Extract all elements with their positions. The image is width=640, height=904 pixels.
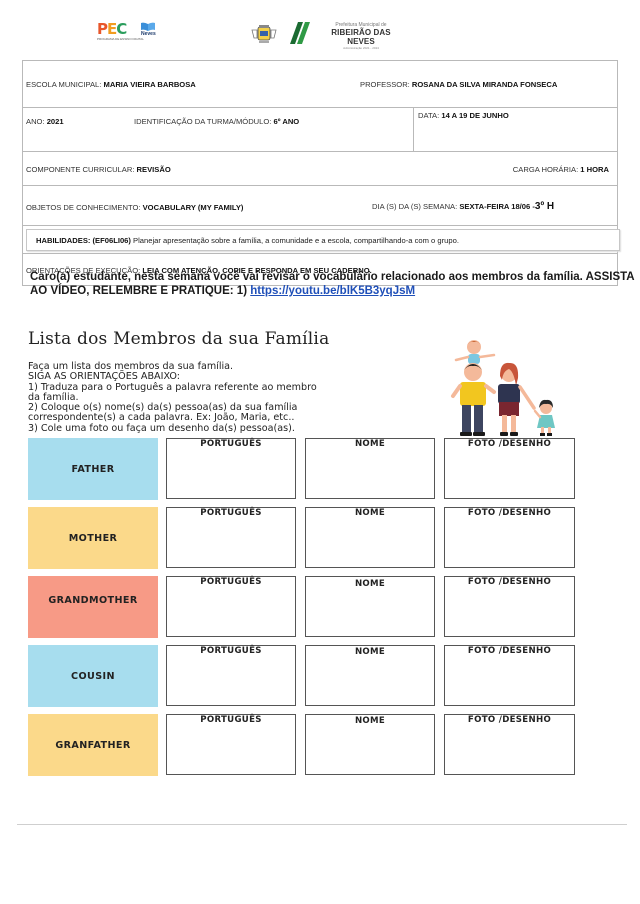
family-word-father: FATHER xyxy=(28,438,158,500)
date-field: DATA: 14 A 19 DE JUNHO xyxy=(418,111,509,120)
school-value: MARIA VIEIRA BARBOSA xyxy=(103,80,196,89)
school-field: ESCOLA MUNICIPAL: MARIA VIEIRA BARBOSA xyxy=(26,80,196,89)
instruction-line: 3) Cole uma foto ou faça um desenho da(s… xyxy=(28,422,295,434)
portuguese-answer-box[interactable]: PORTUGUÊS xyxy=(166,714,296,775)
name-answer-box[interactable]: NOME xyxy=(305,438,435,499)
photo-drawing-box[interactable]: FOTO /DESENHO xyxy=(444,645,575,706)
intro-paragraph: Caro(a) estudante, nesta semana você vai… xyxy=(30,270,635,298)
weekday-value: SEXTA-FEIRA 18/06 - xyxy=(459,202,535,211)
green-slash-icon xyxy=(290,22,310,44)
family-word-grandfather: GRANFATHER xyxy=(28,714,158,776)
workload-value: 1 HORA xyxy=(580,165,609,174)
worksheet-instructions: Faça um lista dos membros da sua família… xyxy=(28,361,418,434)
cell-divider xyxy=(413,108,414,151)
name-answer-box[interactable]: NOME xyxy=(305,576,435,637)
subject-workload-row: COMPONENTE CURRICULAR: REVISÃO CARGA HOR… xyxy=(23,152,617,186)
video-link[interactable]: https://youtu.be/blK5B3yqJsM xyxy=(250,285,415,297)
pec-logo-neves: Neves xyxy=(141,31,156,37)
teacher-value: ROSANA DA SILVA MIRANDA FONSECA xyxy=(411,80,558,89)
photo-drawing-box[interactable]: FOTO /DESENHO xyxy=(444,576,575,637)
skills-row: HABILIDADES: (EF06LI06) Planejar apresen… xyxy=(23,226,620,254)
lesson-info-table: ESCOLA MUNICIPAL: MARIA VIEIRA BARBOSA P… xyxy=(22,60,620,286)
administration-label: Administração 2021 - 2024 xyxy=(343,46,379,50)
family-word-grandmother: GRANDMOTHER xyxy=(28,576,158,638)
portuguese-answer-box[interactable]: PORTUGUÊS xyxy=(166,645,296,706)
knowledge-weekday-row: OBJETOS DE CONHECIMENTO: VOCABULARY (MY … xyxy=(23,186,617,226)
skills-field: HABILIDADES: (EF06LI06) Planejar apresen… xyxy=(36,236,459,245)
portuguese-answer-box[interactable]: PORTUGUÊS xyxy=(166,576,296,637)
intro-line-1: Caro(a) estudante, nesta semana você vai… xyxy=(30,271,635,283)
year-class-date-row: ANO: 2021 IDENTIFICAÇÃO DA TURMA/MÓDULO:… xyxy=(23,108,617,152)
date-value: 14 A 19 DE JUNHO xyxy=(441,111,509,120)
weekday-field: DIA (S) DA (S) SEMANA: SEXTA-FEIRA 18/06… xyxy=(372,201,555,212)
class-value: 6º ANO xyxy=(273,117,300,126)
skills-text: Planejar apresentação sobre a família, a… xyxy=(130,236,459,245)
skills-code: HABILIDADES: (EF06LI06) xyxy=(36,236,131,245)
subject-field: COMPONENTE CURRICULAR: REVISÃO xyxy=(26,165,171,174)
portuguese-answer-box[interactable]: PORTUGUÊS xyxy=(166,507,296,568)
school-teacher-row: ESCOLA MUNICIPAL: MARIA VIEIRA BARBOSA P… xyxy=(23,61,617,108)
family-illustration xyxy=(451,340,555,436)
photo-drawing-box[interactable]: FOTO /DESENHO xyxy=(444,507,575,568)
year-field: ANO: 2021 xyxy=(26,117,64,126)
book-icon xyxy=(141,22,155,31)
pec-neves-logo: PEC PROGRAMA DE ENSINO DIGITAL Neves xyxy=(97,22,157,44)
photo-drawing-box[interactable]: FOTO /DESENHO xyxy=(444,438,575,499)
skills-box: HABILIDADES: (EF06LI06) Planejar apresen… xyxy=(26,229,620,251)
knowledge-field: OBJETOS DE CONHECIMENTO: VOCABULARY (MY … xyxy=(26,203,244,212)
name-answer-box[interactable]: NOME xyxy=(305,714,435,775)
knowledge-value: VOCABULARY (MY FAMILY) xyxy=(142,203,244,212)
family-word-mother: MOTHER xyxy=(28,507,158,569)
page-divider xyxy=(17,824,627,825)
city-name: RIBEIRÃO DAS NEVES xyxy=(331,28,391,46)
class-field: IDENTIFICAÇÃO DA TURMA/MÓDULO: 6º ANO xyxy=(134,117,300,126)
name-answer-box[interactable]: NOME xyxy=(305,507,435,568)
family-word-cousin: COUSIN xyxy=(28,645,158,707)
pec-logo-subtitle: PROGRAMA DE ENSINO DIGITAL xyxy=(97,37,144,41)
photo-drawing-box[interactable]: FOTO /DESENHO xyxy=(444,714,575,775)
name-answer-box[interactable]: NOME xyxy=(305,645,435,706)
subject-value: REVISÃO xyxy=(136,165,171,174)
worksheet-title: Lista dos Membros da sua Família xyxy=(28,329,330,349)
teacher-field: PROFESSOR: ROSANA DA SILVA MIRANDA FONSE… xyxy=(360,80,558,89)
instruction-line: 1) Traduza para o Português a palavra re… xyxy=(28,381,317,393)
portuguese-answer-box[interactable]: PORTUGUÊS xyxy=(166,438,296,499)
weekday-period: 3º H xyxy=(534,201,555,212)
prefeitura-logo: Prefeitura Municipal de RIBEIRÃO DAS NEV… xyxy=(317,22,405,50)
workload-field: CARGA HORÁRIA: 1 HORA xyxy=(512,165,609,174)
intro-line-2: AO VÍDEO, RELEMBRE E PRATIQUE: 1) https:… xyxy=(30,285,416,297)
year-value: 2021 xyxy=(46,117,64,126)
city-crest-icon xyxy=(251,25,277,43)
